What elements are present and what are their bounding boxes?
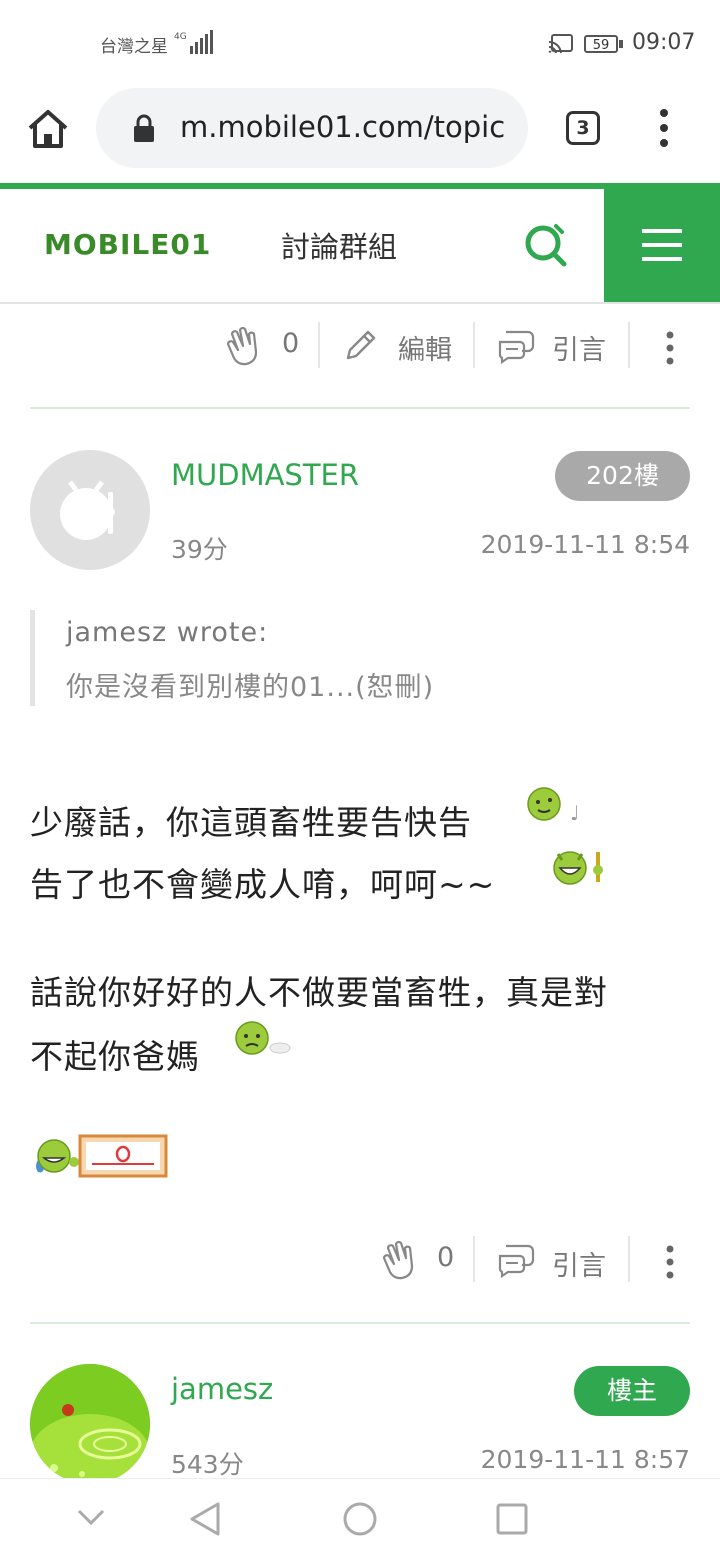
edit-button[interactable]: 編輯 [398, 328, 452, 367]
devil-smiley-emoji [553, 851, 603, 885]
quote-bubble-icon[interactable] [496, 1242, 536, 1278]
collapse-icon[interactable] [76, 1507, 106, 1527]
post-divider [30, 1322, 690, 1324]
system-nav-bar [0, 1478, 720, 1561]
clap-icon[interactable] [380, 1238, 420, 1280]
devil-smiley-emoji [235, 1021, 291, 1055]
clap-icon[interactable] [224, 324, 264, 366]
quote-bubble-icon[interactable] [496, 328, 536, 364]
quote-button[interactable]: 引言 [552, 328, 606, 367]
previous-post-actions: 0 編輯 引言 [0, 316, 720, 376]
cast-icon [548, 34, 573, 54]
avatar[interactable] [30, 450, 150, 570]
quote-button[interactable]: 引言 [552, 1244, 606, 1283]
post-username[interactable]: MUDMASTER [171, 458, 359, 492]
signal-icon: 4G [174, 30, 213, 54]
clap-count: 0 [437, 1242, 455, 1273]
post-divider [30, 407, 690, 409]
back-icon[interactable] [188, 1501, 222, 1537]
url-text[interactable]: m.mobile01.com/topic [180, 110, 518, 144]
post-datetime: 2019-11-11 8:54 [480, 530, 690, 559]
user-avatar-image [30, 1364, 150, 1484]
post-body-line: 不起你爸媽 [30, 1037, 200, 1076]
action-separator [628, 1236, 630, 1282]
network-type: 4G [174, 32, 187, 42]
action-separator [473, 322, 475, 368]
site-menu-button[interactable] [604, 189, 720, 302]
home-circle-icon[interactable] [342, 1501, 378, 1537]
post-body-line: 告了也不會變成人唷，呵呵~~ [30, 865, 496, 904]
clap-count: 0 [282, 328, 300, 359]
default-avatar-icon [60, 480, 115, 540]
devil-smiley-emoji: ♩ [527, 787, 579, 825]
sweat-smiley-sign-emoji [36, 1134, 168, 1178]
action-separator [628, 322, 630, 368]
post-body-line: 話說你好好的人不做要當畜牲，真是對 [30, 973, 608, 1012]
quote-author: jamesz wrote: [66, 617, 269, 648]
battery-indicator: 59 [584, 35, 618, 53]
status-time: 09:07 [632, 30, 696, 55]
avatar[interactable] [30, 1364, 150, 1484]
recents-icon[interactable] [496, 1503, 528, 1535]
search-icon[interactable] [522, 222, 568, 268]
author-badge: 樓主 [574, 1366, 690, 1416]
user-score: 39分 [171, 535, 228, 564]
battery-tip [619, 40, 623, 48]
floor-badge: 202樓 [555, 451, 690, 501]
post-datetime: 2019-11-11 8:57 [480, 1445, 690, 1474]
more-vert-icon[interactable] [652, 108, 676, 148]
pencil-icon[interactable] [342, 328, 378, 364]
quote-text: 你是沒看到別樓的01...(恕刪) [66, 672, 435, 703]
action-separator [473, 1236, 475, 1282]
post-body-line: 少廢話，你這頭畜牲要告快告 [30, 803, 472, 842]
lock-icon [134, 114, 154, 142]
home-icon[interactable] [26, 108, 70, 150]
user-score: 543分 [171, 1450, 244, 1479]
tab-switcher-button[interactable]: 3 [566, 111, 600, 145]
post-username[interactable]: jamesz [171, 1372, 273, 1406]
carrier-name: 台灣之星 [100, 37, 168, 57]
post-more-icon[interactable] [662, 1244, 678, 1280]
hamburger-icon [642, 229, 682, 261]
section-title: 討論群組 [281, 230, 398, 264]
post-more-icon[interactable] [662, 330, 678, 366]
logo-text: MOBILE01 [44, 228, 211, 261]
action-separator [318, 322, 320, 368]
mobile01-logo[interactable]: MOBILE01 [44, 220, 259, 270]
post-actions: 0 引言 [0, 1230, 720, 1290]
svg-text:♩: ♩ [570, 801, 579, 825]
